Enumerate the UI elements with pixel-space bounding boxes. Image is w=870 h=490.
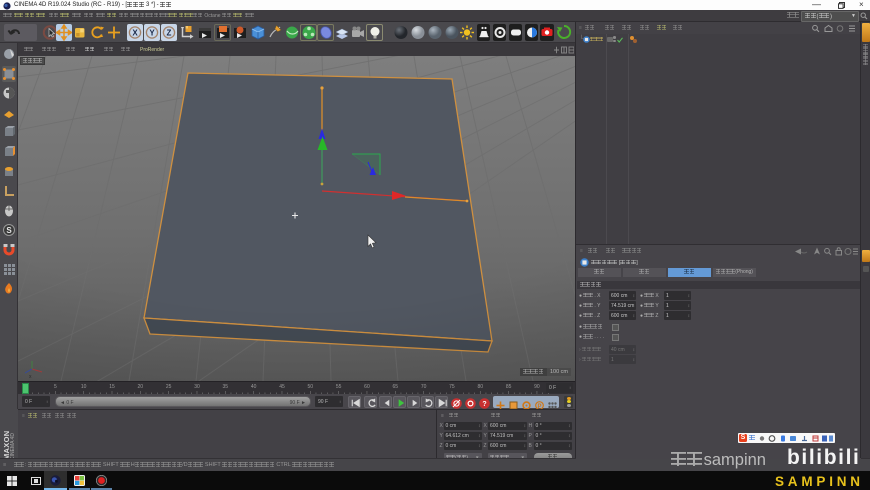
svg-text:Z: Z — [167, 29, 172, 38]
svg-text:?: ? — [482, 401, 486, 408]
svg-text:Y: Y — [149, 29, 155, 38]
svg-text:S: S — [6, 226, 12, 235]
svg-text:X: X — [132, 29, 138, 38]
